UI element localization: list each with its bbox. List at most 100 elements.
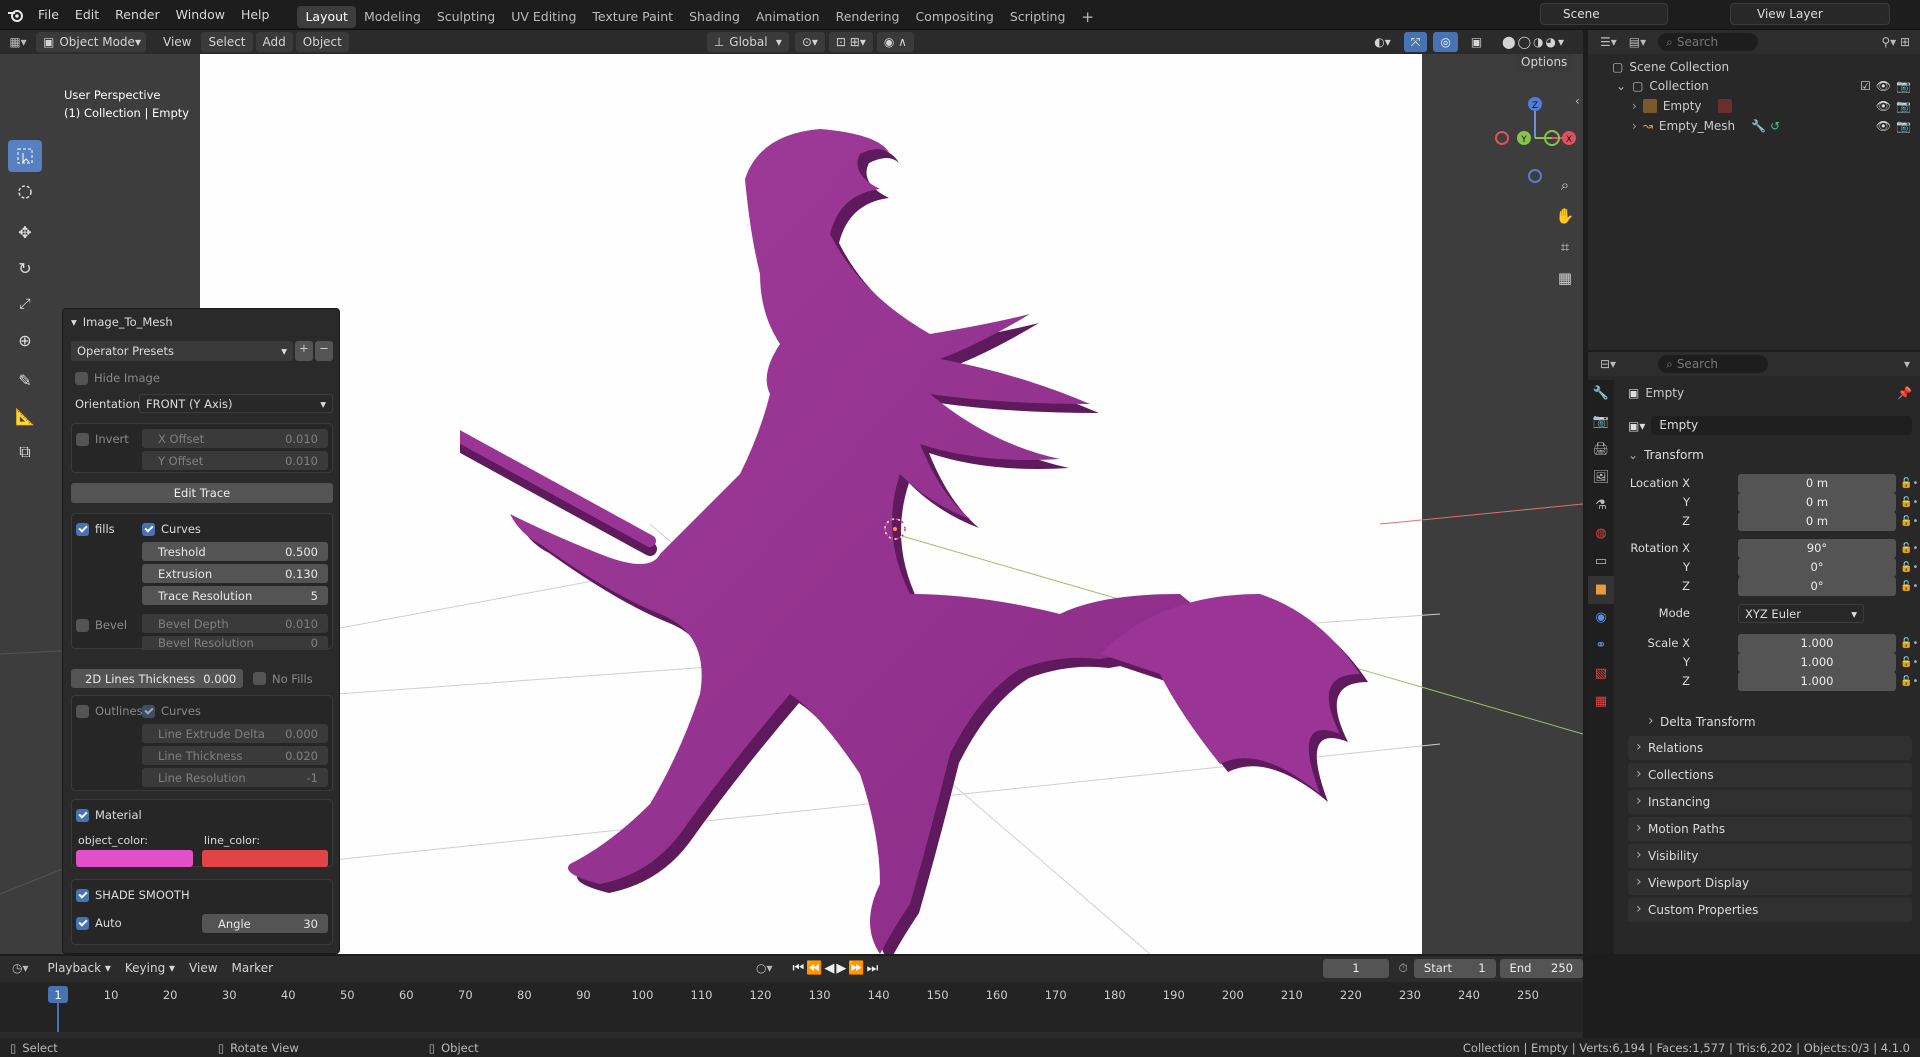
jump-start-icon[interactable]: ⏮ [793, 961, 805, 976]
menu-help[interactable]: Help [233, 0, 278, 30]
start-frame-field[interactable]: Start 1 [1413, 958, 1496, 978]
blender-logo-icon[interactable] [0, 8, 30, 22]
panel-relations[interactable]: Relations [1628, 735, 1912, 760]
lines-2d-thickness-field[interactable]: 2D Lines Thickness 0.000 [71, 669, 243, 688]
properties-search-input[interactable]: ⌕ Search [1658, 355, 1769, 373]
measure-icon[interactable]: 📐 [8, 400, 42, 432]
output-tab-icon[interactable]: 🖨 [1588, 436, 1614, 464]
witch-mesh[interactable] [460, 74, 1420, 954]
object-data-selector-icon[interactable]: ▣▾ [1628, 419, 1645, 433]
camera-view-icon[interactable]: ⌗ [1552, 232, 1578, 263]
y-offset-field[interactable]: Y Offset 0.010 [142, 451, 328, 470]
scene-selector[interactable]: Scene [1540, 3, 1668, 25]
operator-header[interactable]: ▾ Image_To_Mesh [63, 309, 339, 335]
line-resolution-field[interactable]: Line Resolution -1 [142, 768, 328, 787]
play-icon[interactable]: ▶ [836, 961, 846, 976]
tab-uv-editing[interactable]: UV Editing [503, 6, 584, 28]
rotation-y-field[interactable]: 0° [1738, 558, 1896, 577]
transform-panel-header[interactable]: ⌄ Transform [1628, 444, 1912, 466]
select-box-icon[interactable] [8, 140, 42, 172]
visibility-icon[interactable]: ◐▾ [1367, 32, 1398, 52]
panel-custom-properties[interactable]: Custom Properties [1628, 897, 1912, 922]
orientation-dropdown[interactable]: FRONT (Y Axis) ▾ [139, 394, 333, 413]
panel-collections[interactable]: Collections [1628, 762, 1912, 787]
view-layer-tab-icon[interactable]: 🖼 [1588, 464, 1614, 492]
rotation-x-field[interactable]: 90° [1738, 539, 1896, 558]
location-z-field[interactable]: 0 m [1738, 512, 1896, 531]
bevel-checkbox[interactable]: Bevel [76, 618, 127, 632]
transform-orientation[interactable]: ⊥ Global ▾ [706, 32, 789, 52]
collection-tab-icon[interactable]: ▭ [1588, 548, 1614, 576]
options-button[interactable]: Options [1514, 54, 1575, 72]
outlines-curves-checkbox[interactable]: Curves [142, 704, 201, 718]
current-frame-field[interactable]: 1 [1323, 958, 1389, 978]
menu-add[interactable]: Add [255, 32, 293, 52]
lock-icon[interactable]: 🔓• [1900, 558, 1920, 577]
menu-render[interactable]: Render [107, 0, 168, 30]
timeline-track[interactable]: 1 10 20 30 40 50 60 70 80 90 100 110 120 130 140 150 160… [0, 982, 1583, 1032]
menu-select[interactable]: Select [201, 32, 253, 52]
scene-tab-icon[interactable]: ⚗ [1588, 492, 1614, 520]
object-name-field[interactable]: Empty [1651, 416, 1912, 435]
tab-texture-paint[interactable]: Texture Paint [584, 6, 681, 28]
trace-resolution-field[interactable]: Trace Resolution 5 [142, 586, 328, 605]
world-tab-icon[interactable]: ◍ [1588, 520, 1614, 548]
add-workspace-icon[interactable]: + [1073, 6, 1102, 28]
tab-animation[interactable]: Animation [748, 6, 828, 28]
move-icon[interactable]: ✥ [8, 216, 42, 248]
tab-shading[interactable]: Shading [681, 6, 748, 28]
outliner-item-empty-mesh[interactable]: › ↝ Empty_Mesh 🔧 ↺ 👁📷 [1632, 116, 1916, 136]
keying-menu[interactable]: Keying ▾ [118, 958, 182, 978]
outliner-item-empty[interactable]: › Empty 👁📷 [1632, 96, 1916, 116]
tab-sculpting[interactable]: Sculpting [429, 6, 503, 28]
end-frame-field[interactable]: End 250 [1499, 958, 1583, 978]
physics-tab-icon[interactable]: ◉ [1588, 604, 1614, 632]
record-icon[interactable]: ○▾ [756, 961, 773, 975]
location-x-field[interactable]: 0 m [1738, 474, 1896, 493]
menu-file[interactable]: File [30, 0, 67, 30]
texture-tab-icon[interactable]: ▦ [1588, 688, 1614, 716]
menu-view[interactable]: View [156, 32, 198, 52]
collection-row[interactable]: ⌄ ▢ Collection ☑👁📷 [1616, 76, 1916, 96]
menu-window[interactable]: Window [168, 0, 233, 30]
cursor-icon[interactable] [8, 176, 42, 208]
scale-x-field[interactable]: 1.000 [1738, 634, 1896, 653]
fills-curves-checkbox[interactable]: Curves [142, 522, 201, 536]
pivot-icon[interactable]: ⊙▾ [794, 32, 825, 52]
prev-keyframe-icon[interactable]: ⏪ [806, 961, 822, 976]
filter-icon[interactable]: ⚲▾ ⊞ [1881, 35, 1910, 49]
display-mode-icon[interactable]: ▤▾ [1629, 35, 1646, 49]
play-reverse-icon[interactable]: ◀ [824, 961, 834, 976]
operator-presets-dropdown[interactable]: Operator Presets ▾ [71, 341, 293, 361]
clock-icon[interactable]: ⏱ [1399, 961, 1408, 976]
panel-visibility[interactable]: Visibility [1628, 843, 1912, 868]
add-preset-button[interactable]: + [295, 341, 313, 361]
menu-object[interactable]: Object [295, 32, 349, 52]
scene-collection-row[interactable]: ▢ Scene Collection [1612, 58, 1729, 76]
data-tab-icon[interactable]: ▧ [1588, 660, 1614, 688]
lock-icon[interactable]: 🔓• [1900, 493, 1920, 512]
outliner-search-input[interactable]: ⌕ Search [1658, 33, 1759, 51]
object-color-swatch[interactable] [76, 850, 193, 867]
fills-checkbox[interactable]: fills [76, 522, 115, 536]
rotation-mode-dropdown[interactable]: XYZ Euler ▾ [1738, 604, 1864, 623]
rotate-icon[interactable]: ↻ [8, 252, 42, 284]
lock-icon[interactable]: 🔓• [1900, 634, 1920, 653]
remove-preset-button[interactable]: − [315, 341, 333, 361]
scale-icon[interactable]: ⤢ [8, 288, 42, 320]
gizmo-toggle-icon[interactable]: ⤧ [1403, 32, 1428, 52]
angle-field[interactable]: Angle 30 [202, 914, 328, 933]
marker-menu[interactable]: Marker [225, 958, 280, 978]
zoom-icon[interactable]: ⌕ [1552, 170, 1578, 201]
panel-instancing[interactable]: Instancing [1628, 789, 1912, 814]
visibility-toggles-icon[interactable]: 👁📷 [1876, 119, 1916, 133]
pin-icon[interactable]: 📌 [1897, 386, 1912, 400]
panel-motion-paths[interactable]: Motion Paths [1628, 816, 1912, 841]
proportional-edit-icon[interactable]: ◉ ∧ [876, 32, 914, 52]
view-layer-selector[interactable]: View Layer [1730, 3, 1890, 25]
edit-trace-button[interactable]: Edit Trace [71, 483, 333, 503]
jump-end-icon[interactable]: ⏭ [867, 961, 879, 976]
pan-hand-icon[interactable]: ✋ [1552, 201, 1578, 232]
timeline-view-menu[interactable]: View [182, 958, 224, 978]
tab-rendering[interactable]: Rendering [828, 6, 908, 28]
